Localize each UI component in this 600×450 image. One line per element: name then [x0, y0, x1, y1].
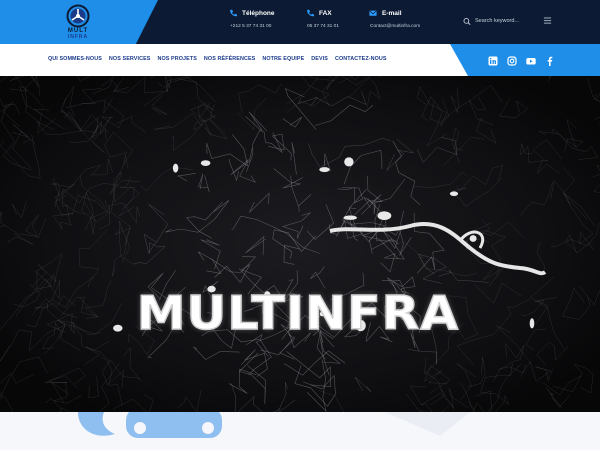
main-navigation-bar: QUI SOMMES-NOUS NOS SERVICES NOS PROJETS… — [0, 44, 600, 76]
contact-email-label: E-mail — [382, 9, 402, 17]
menu-grid-icon[interactable] — [543, 16, 552, 25]
nav-item-nos-references[interactable]: NOS RÉFÉRENCES — [204, 56, 255, 62]
facebook-icon[interactable] — [545, 53, 555, 66]
instagram-icon[interactable] — [507, 53, 517, 66]
contact-phone-value[interactable]: +212 5 37 74 31 00 — [230, 24, 275, 29]
fax-icon — [307, 9, 314, 17]
decor-shape-left — [78, 412, 115, 436]
hero-title: MULTINFRA — [133, 289, 463, 339]
contact-fax-value: 05 37 74 31 01 — [307, 24, 340, 29]
site-logo[interactable]: MULT INFRA — [60, 4, 96, 40]
mail-icon — [369, 10, 377, 16]
contact-fax: FAX 05 37 74 31 01 — [306, 9, 340, 30]
youtube-icon[interactable] — [526, 53, 536, 65]
main-menu: QUI SOMMES-NOUS NOS SERVICES NOS PROJETS… — [48, 56, 387, 62]
phone-icon — [230, 9, 237, 17]
city-map-illustration — [0, 76, 600, 412]
nav-item-notre-equipe[interactable]: NOTRE EQUIPE — [262, 56, 304, 62]
top-bar: MULT INFRA Téléphone +212 5 37 74 31 00 … — [0, 0, 600, 44]
nav-item-devis[interactable]: DEVIS — [311, 56, 328, 62]
contact-email: E-mail Contact@multinfra.com — [369, 9, 420, 29]
section-preview-strip — [0, 412, 600, 450]
nav-item-qui-sommes-nous[interactable]: QUI SOMMES-NOUS — [48, 56, 102, 62]
hero-title-text: MULTINFRA — [136, 286, 460, 341]
search-input[interactable] — [475, 18, 533, 24]
hero-banner: MULTINFRA — [0, 76, 600, 412]
search-box[interactable] — [463, 14, 533, 28]
nav-item-nos-projets[interactable]: NOS PROJETS — [157, 56, 196, 62]
nav-item-contactez-nous[interactable]: CONTACTEZ-NOUS — [335, 56, 387, 62]
contact-email-value[interactable]: Contact@multinfra.com — [370, 24, 420, 29]
search-icon[interactable] — [463, 17, 471, 26]
logo-text-bottom: INFRA — [67, 34, 89, 40]
nav-item-nos-services[interactable]: NOS SERVICES — [109, 56, 151, 62]
contact-fax-label: FAX — [319, 9, 332, 17]
linkedin-icon[interactable] — [488, 53, 498, 66]
social-links — [488, 53, 555, 66]
contact-phone: Téléphone +212 5 37 74 31 00 — [229, 9, 275, 30]
contact-phone-label: Téléphone — [242, 9, 275, 17]
